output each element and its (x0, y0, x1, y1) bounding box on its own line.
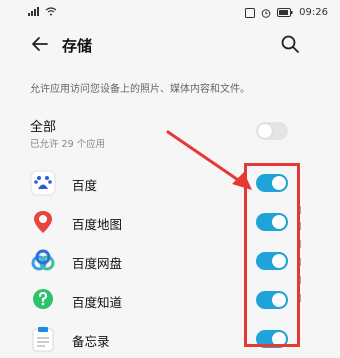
all-apps-toggle[interactable] (256, 122, 288, 140)
baidu-netdisk-icon (31, 249, 55, 271)
baidu-map-icon (34, 211, 52, 233)
highlight-box (244, 163, 300, 347)
back-arrow-icon[interactable] (30, 34, 50, 54)
app-name: 百度地图 (72, 217, 123, 232)
app-name: 百度知道 (72, 295, 123, 310)
app-name: 百度网盘 (72, 256, 123, 271)
wifi-icon (45, 7, 57, 16)
edge-mark (300, 206, 301, 214)
battery-icon (277, 8, 293, 17)
app-header: 存储 (0, 26, 340, 66)
alarm-icon (261, 8, 271, 18)
all-apps-title: 全部 (30, 120, 57, 135)
search-icon[interactable] (280, 34, 300, 54)
toggle-knob (258, 124, 272, 138)
memo-icon (32, 327, 54, 352)
page-title: 存储 (62, 37, 93, 55)
status-bar: 09:26 (0, 0, 340, 26)
nfc-icon (245, 7, 256, 18)
baidu-icon (30, 170, 56, 196)
app-name: 备忘录 (72, 334, 110, 349)
edge-mark (300, 276, 301, 284)
allowed-count: 已允许 29 个应用 (30, 139, 106, 150)
app-name: 百度 (72, 178, 98, 193)
edge-mark (300, 294, 301, 302)
status-time: 09:26 (299, 7, 328, 18)
edge-mark (300, 222, 301, 230)
edge-mark (300, 240, 301, 248)
permission-description: 允许应用访问您设备上的照片、媒体内容和文件。 (30, 84, 250, 95)
baidu-zhidao-icon (33, 289, 53, 309)
signal-icon (28, 7, 39, 16)
edge-mark (300, 258, 301, 266)
